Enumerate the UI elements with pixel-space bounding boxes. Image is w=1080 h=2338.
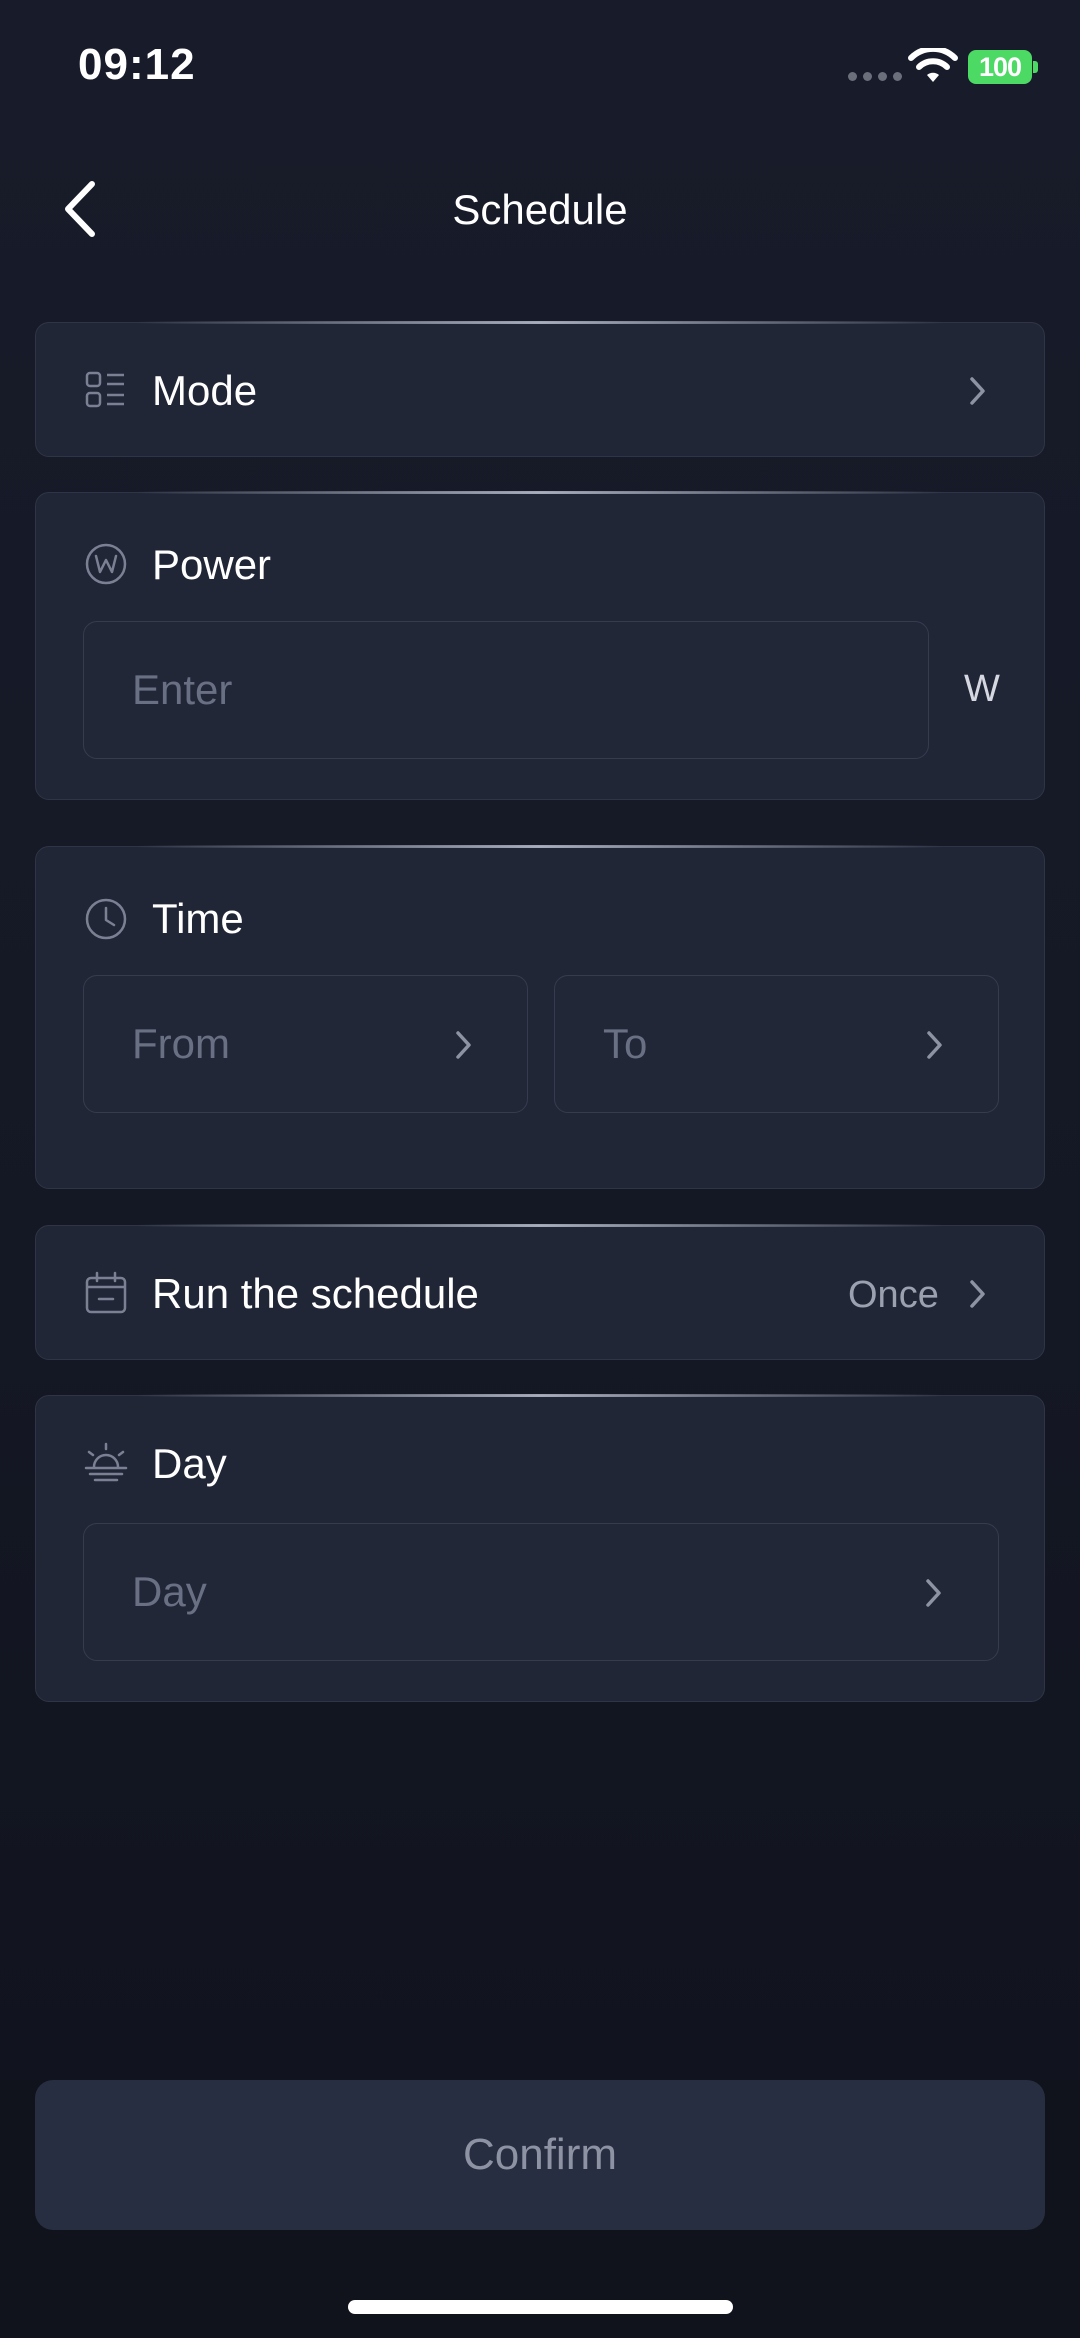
card-highlight (136, 491, 944, 494)
time-to-placeholder: To (603, 1020, 648, 1067)
day-card: Day Day (35, 1394, 1045, 1702)
battery-level: 100 (978, 51, 1022, 82)
card-highlight (136, 1394, 944, 1397)
battery-tip (1033, 61, 1038, 73)
time-card: Time From To (35, 845, 1045, 1189)
navigation-bar: Schedule (0, 150, 1080, 270)
run-schedule-value: Once (848, 1274, 939, 1316)
day-placeholder: Day (132, 1568, 207, 1615)
chevron-right-icon (926, 1579, 941, 1607)
power-input-placeholder: Enter (132, 666, 233, 713)
time-from-placeholder: From (132, 1020, 230, 1067)
clock-icon (85, 898, 127, 940)
time-to-picker[interactable]: To (554, 975, 999, 1113)
wifi-icon (908, 48, 958, 82)
time-from-picker[interactable]: From (83, 975, 528, 1113)
run-schedule-row[interactable]: Run the schedule Once (35, 1224, 1045, 1360)
sunrise-icon (84, 1442, 128, 1482)
time-label: Time (152, 895, 244, 942)
battery-icon: 100 (968, 50, 1032, 84)
run-schedule-label: Run the schedule (152, 1270, 479, 1317)
card-highlight (136, 321, 944, 324)
cellular-signal-icon (848, 72, 902, 81)
power-card: Power Enter W (35, 491, 1045, 800)
chevron-right-icon (927, 1031, 942, 1059)
calendar-icon (85, 1271, 127, 1314)
confirm-button[interactable]: Confirm (35, 2080, 1045, 2230)
status-time: 09:12 (78, 40, 196, 89)
schedule-screen: 09:12 100 Schedule Mode Power Enter W Ti… (0, 0, 1080, 2338)
chevron-right-icon (456, 1031, 471, 1059)
day-label: Day (152, 1440, 227, 1487)
page-title: Schedule (452, 186, 628, 233)
power-input[interactable]: Enter (83, 621, 929, 759)
card-highlight (136, 1224, 944, 1227)
day-picker[interactable]: Day (83, 1523, 999, 1661)
mode-label: Mode (152, 367, 258, 414)
chevron-right-icon (970, 1280, 985, 1308)
watt-icon (85, 543, 127, 585)
chevron-right-icon (970, 377, 985, 405)
power-label: Power (152, 541, 272, 588)
list-icon (85, 371, 124, 408)
mode-row[interactable]: Mode (35, 321, 1045, 457)
home-indicator (348, 2300, 733, 2314)
card-highlight (136, 845, 944, 848)
status-bar: 09:12 100 (0, 0, 1080, 130)
power-unit: W (964, 668, 1000, 710)
